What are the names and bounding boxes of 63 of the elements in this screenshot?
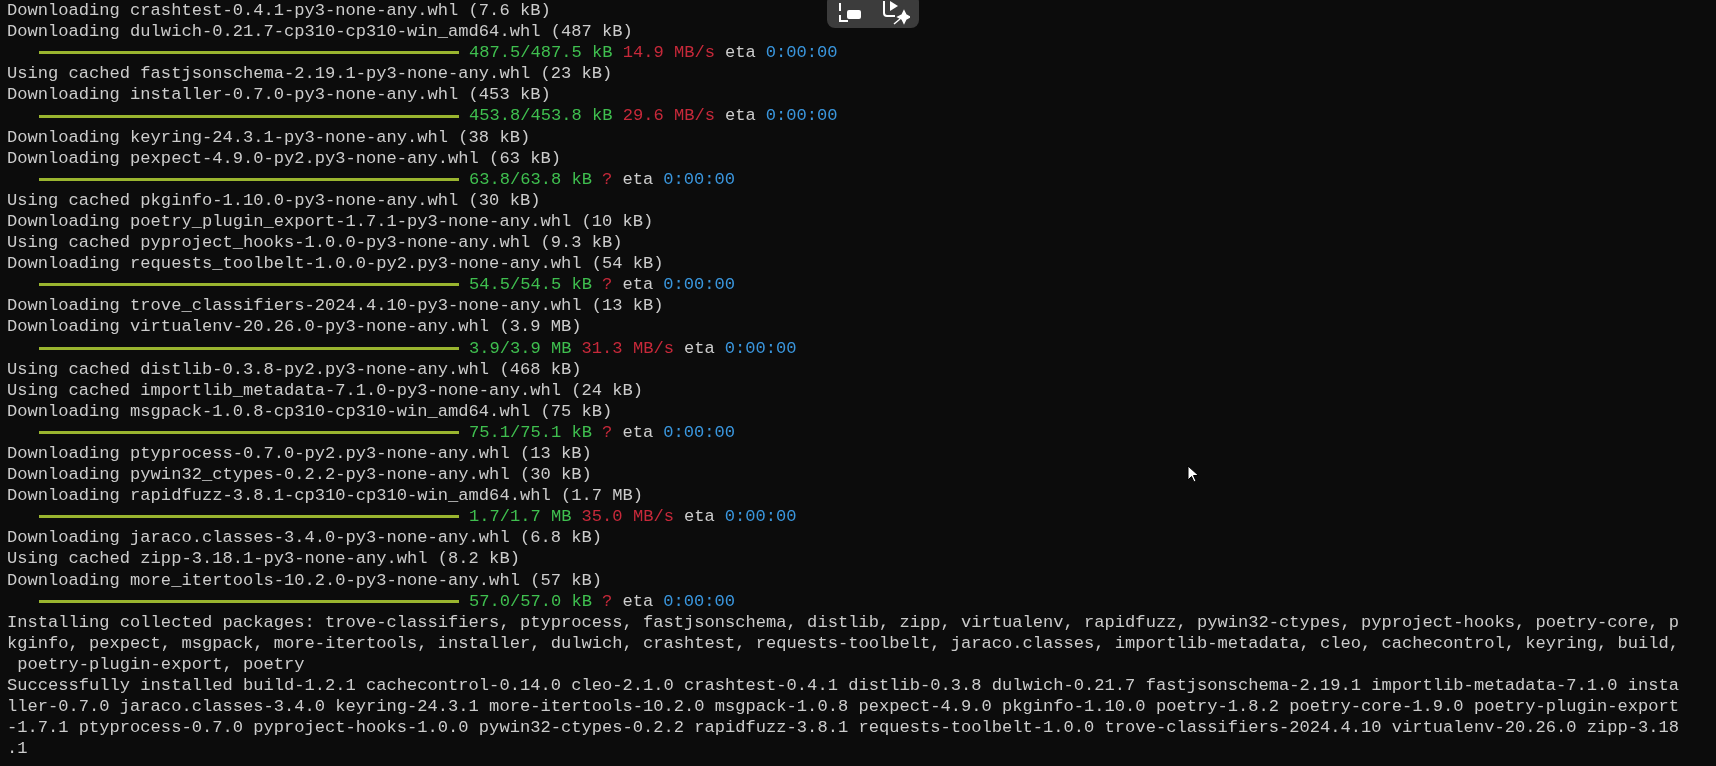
- download-amount: 487.5/487.5 kB: [469, 42, 613, 64]
- eta-label: eta: [683, 506, 715, 528]
- terminal-line: Downloading pexpect-4.9.0-py2.py3-none-any.whl (63 kB): [7, 147, 561, 169]
- eta-label: eta: [622, 168, 654, 190]
- eta-time: 0:00:00: [765, 42, 838, 64]
- eta-label: eta: [724, 105, 756, 127]
- download-amount: 1.7/1.7 MB: [469, 506, 572, 528]
- download-speed: 29.6 MB/s: [622, 105, 715, 127]
- download-amount: 3.9/3.9 MB: [469, 337, 572, 359]
- terminal-line: -1.7.1 ptyprocess-0.7.0 pyproject-hooks-1.0.0 pywin32-ctypes-0.2.2 rapidfuzz-3.8.1 requests-toolbelt-1.0.0 trove-classifiers-2024.4.10 virtualenv-20.26.0 zipp-3.18: [7, 717, 1680, 739]
- eta-label: eta: [622, 590, 654, 612]
- eta-label: eta: [724, 42, 756, 64]
- eta-time: 0:00:00: [663, 590, 735, 612]
- download-speed: 35.0 MB/s: [581, 506, 674, 528]
- mouse-cursor-icon: [1187, 465, 1199, 483]
- terminal-line: Downloading installer-0.7.0-py3-none-any.whl (453 kB): [7, 84, 551, 106]
- eta-time: 0:00:00: [724, 337, 797, 359]
- download-amount: 54.5/54.5 kB: [469, 274, 593, 296]
- eta-label: eta: [683, 337, 715, 359]
- eta-label: eta: [622, 421, 654, 443]
- download-speed: ?: [602, 168, 613, 190]
- terminal-line: Downloading dulwich-0.21.7-cp310-cp310-win_amd64.whl (487 kB): [7, 21, 633, 43]
- terminal-line: .1: [7, 738, 28, 760]
- terminal-line: Using cached pyproject_hooks-1.0.0-py3-none-any.whl (9.3 kB): [7, 232, 623, 254]
- eta-time: 0:00:00: [663, 421, 735, 443]
- terminal-line: Downloading trove_classifiers-2024.4.10-py3-none-any.whl (13 kB): [7, 295, 664, 317]
- terminal-line: Downloading ptyprocess-0.7.0-py2.py3-none-any.whl (13 kB): [7, 442, 592, 465]
- terminal-line: Downloading rapidfuzz-3.8.1-cp310-cp310-win_amd64.whl (1.7 MB): [7, 485, 643, 507]
- download-amount: 75.1/75.1 kB: [469, 421, 593, 443]
- eta-time: 0:00:00: [724, 506, 797, 528]
- eta-time: 0:00:00: [765, 105, 838, 127]
- download-speed: ?: [602, 274, 613, 296]
- terminal-line: Downloading requests_toolbelt-1.0.0-py2.py3-none-any.whl (54 kB): [7, 253, 664, 275]
- terminal-line: Downloading jaraco.classes-3.4.0-py3-none-any.whl (6.8 kB): [7, 527, 602, 549]
- picture-in-picture-icon[interactable]: [836, 1, 863, 23]
- download-amount: 57.0/57.0 kB: [469, 590, 593, 612]
- eta-label: eta: [622, 274, 654, 296]
- terminal-line: Downloading pywin32_ctypes-0.2.2-py3-none-any.whl (30 kB): [7, 464, 592, 486]
- terminal-line: Using cached fastjsonschema-2.19.1-py3-none-any.whl (23 kB): [7, 63, 613, 85]
- terminal-line: Successfully installed build-1.2.1 cachecontrol-0.14.0 cleo-2.1.0 crashtest-0.4.1 distlib-0.3.8 dulwich-0.21.7 fastjsonschema-2.19.1 importlib-metadata-7.1.0 insta: [7, 675, 1680, 697]
- download-speed: 31.3 MB/s: [581, 337, 674, 359]
- terminal-line: kginfo, pexpect, msgpack, more-itertools, installer, dulwich, crashtest, requests-toolbelt, jaraco.classes, importlib-metadata, cleo, cachecontrol, keyring, build,: [7, 632, 1680, 654]
- terminal-line: Using cached pkginfo-1.10.0-py3-none-any.whl (30 kB): [7, 189, 541, 211]
- terminal-line: Downloading msgpack-1.0.8-cp310-cp310-win_amd64.whl (75 kB): [7, 400, 613, 422]
- terminal-line: Downloading virtualenv-20.26.0-py3-none-any.whl (3.9 MB): [7, 316, 582, 338]
- download-amount: 453.8/453.8 kB: [469, 105, 613, 127]
- terminal-line: Downloading more_itertools-10.2.0-py3-none-any.whl (57 kB): [7, 569, 602, 591]
- download-amount: 63.8/63.8 kB: [469, 168, 593, 190]
- download-speed: ?: [602, 421, 613, 443]
- terminal-line: Installing collected packages: trove-classifiers, ptyprocess, fastjsonschema, distlib, zipp, virtualenv, rapidfuzz, pywin32-ctypes, pyproject-hooks, poetry-core, p: [7, 611, 1680, 633]
- terminal-line: poetry-plugin-export, poetry: [16, 653, 305, 675]
- terminal-line: Using cached zipp-3.18.1-py3-none-any.whl (8.2 kB): [7, 548, 520, 570]
- terminal-line: Downloading crashtest-0.4.1-py3-none-any.whl (7.6 kB): [7, 0, 551, 22]
- terminal-line: ller-0.7.0 jaraco.classes-3.4.0 keyring-24.3.1 more-itertools-10.2.0 msgpack-1.0.8 pexpect-4.9.0 pkginfo-1.10.0 poetry-1.8.2 poetry-core-1.9.0 poetry-plugin-export: [7, 696, 1680, 718]
- download-speed: ?: [602, 590, 613, 612]
- download-speed: 14.9 MB/s: [622, 42, 715, 64]
- terminal-line: Using cached distlib-0.3.8-py2.py3-none-any.whl (468 kB): [7, 358, 582, 380]
- terminal-line: Downloading poetry_plugin_export-1.7.1-py3-none-any.whl (10 kB): [7, 210, 654, 233]
- terminal-line: Using cached importlib_metadata-7.1.0-py3-none-any.whl (24 kB): [7, 379, 643, 401]
- eta-time: 0:00:00: [663, 274, 735, 296]
- terminal-line: Downloading keyring-24.3.1-py3-none-any.whl (38 kB): [7, 126, 531, 148]
- play-sparkle-icon[interactable]: [881, 0, 910, 25]
- eta-time: 0:00:00: [663, 168, 735, 190]
